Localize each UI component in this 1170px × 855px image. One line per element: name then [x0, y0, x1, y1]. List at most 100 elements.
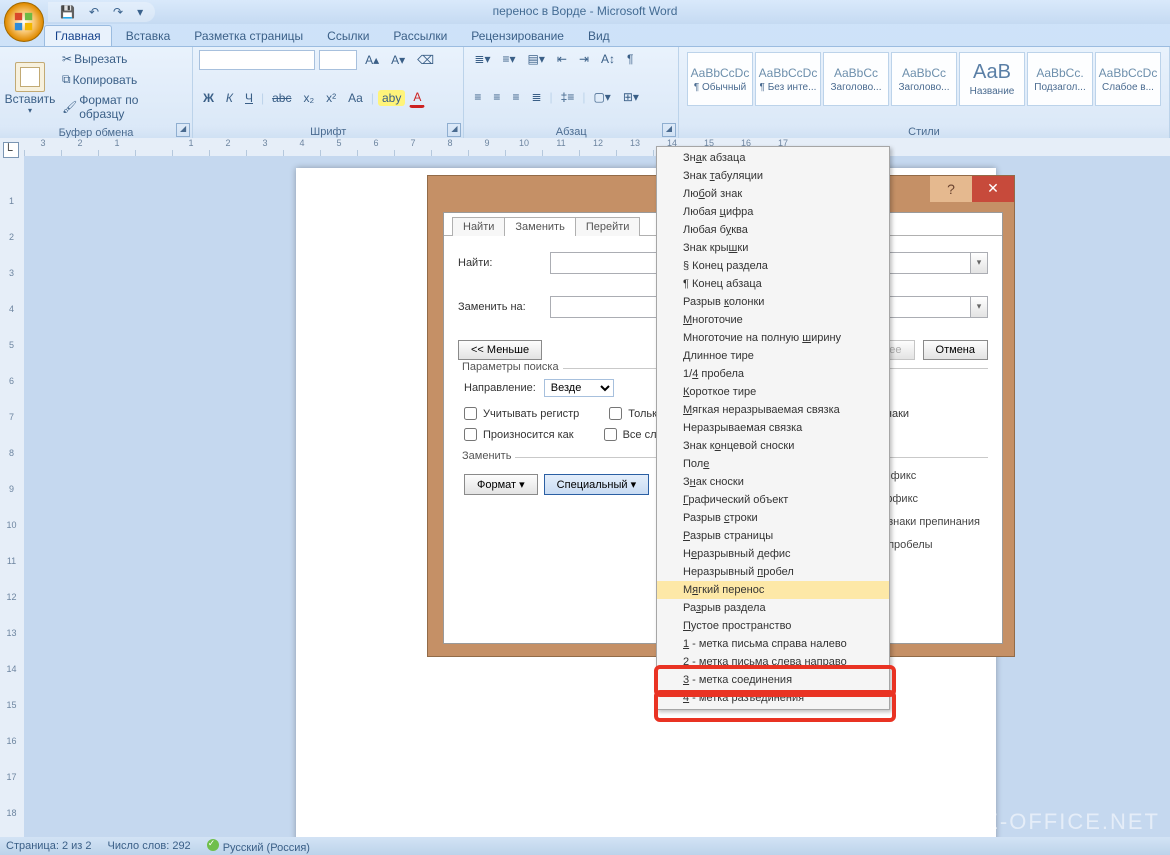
menu-item[interactable]: Разрыв раздела [657, 599, 889, 617]
menu-item[interactable]: Многоточие на полную ширину [657, 329, 889, 347]
font-name-combo[interactable] [199, 50, 315, 70]
grow-font-button[interactable]: A▴ [361, 51, 383, 69]
change-case-button[interactable]: Aa [344, 89, 367, 107]
tab-indicator[interactable]: └ [3, 142, 19, 158]
highlight-button[interactable]: aby [378, 90, 405, 106]
borders-button[interactable]: ⊞▾ [619, 88, 643, 106]
menu-item[interactable]: 3 - метка соединения [657, 671, 889, 689]
menu-item[interactable]: Пустое пространство [657, 617, 889, 635]
bold-button[interactable]: Ж [199, 89, 218, 107]
menu-item[interactable]: Поле [657, 455, 889, 473]
font-dialog-launcher[interactable]: ◢ [447, 123, 461, 137]
increase-indent-button[interactable]: ⇥ [575, 50, 593, 68]
cut-button[interactable]: ✂Вырезать [58, 50, 186, 68]
menu-item[interactable]: Любая буква [657, 221, 889, 239]
menu-item[interactable]: Знак сноски [657, 473, 889, 491]
find-dropdown-icon[interactable]: ▾ [971, 252, 988, 274]
shading-button[interactable]: ▢▾ [589, 88, 614, 106]
menu-item[interactable]: 2 - метка письма слева направо [657, 653, 889, 671]
align-center-button[interactable]: ≡ [489, 88, 504, 106]
style-item[interactable]: AaBbCcDc¶ Обычный [687, 52, 753, 106]
tab-Главная[interactable]: Главная [44, 25, 112, 46]
format-painter-button[interactable]: 🖌Формат по образцу [58, 91, 186, 123]
style-item[interactable]: AaBbCcDc¶ Без инте... [755, 52, 821, 106]
status-language[interactable]: Русский (Россия) [207, 839, 310, 854]
menu-item[interactable]: 4 - метка разъединения [657, 689, 889, 707]
clear-formatting-button[interactable]: ⌫ [413, 51, 438, 69]
menu-item[interactable]: Короткое тире [657, 383, 889, 401]
direction-select[interactable]: Везде [544, 379, 614, 397]
dialog-help-button[interactable]: ? [930, 176, 972, 202]
less-button[interactable]: << Меньше [458, 340, 542, 360]
menu-item[interactable]: Разрыв колонки [657, 293, 889, 311]
numbering-button[interactable]: ≡▾ [498, 50, 519, 68]
dialog-tab-Заменить[interactable]: Заменить [504, 217, 575, 236]
menu-item[interactable]: Знак абзаца [657, 149, 889, 167]
multilevel-button[interactable]: ▤▾ [524, 50, 549, 68]
tab-Ссылки[interactable]: Ссылки [317, 26, 379, 46]
sort-button[interactable]: A↕ [597, 50, 619, 68]
dialog-tab-Найти[interactable]: Найти [452, 217, 505, 236]
underline-button[interactable]: Ч [241, 89, 257, 107]
tab-Вставка[interactable]: Вставка [116, 26, 181, 46]
tab-Рассылки[interactable]: Рассылки [383, 26, 457, 46]
menu-item[interactable]: Неразрываемая связка [657, 419, 889, 437]
style-gallery[interactable]: AaBbCcDc¶ ОбычныйAaBbCcDc¶ Без инте...Aa… [685, 50, 1163, 108]
menu-item[interactable]: ¶ Конец абзаца [657, 275, 889, 293]
dialog-tab-Перейти[interactable]: Перейти [575, 217, 641, 236]
dialog-close-button[interactable]: ✕ [972, 176, 1014, 202]
check-Учитывать регистр[interactable]: Учитывать регистр [464, 407, 579, 420]
menu-item[interactable]: Любая цифра [657, 203, 889, 221]
menu-item[interactable]: Знак табуляции [657, 167, 889, 185]
tab-Рецензирование[interactable]: Рецензирование [461, 26, 574, 46]
replace-dropdown-icon[interactable]: ▾ [971, 296, 988, 318]
style-item[interactable]: АаВНазвание [959, 52, 1025, 106]
copy-button[interactable]: ⧉Копировать [58, 70, 186, 89]
decrease-indent-button[interactable]: ⇤ [553, 50, 571, 68]
superscript-button[interactable]: x² [322, 89, 340, 107]
paragraph-dialog-launcher[interactable]: ◢ [662, 123, 676, 137]
line-spacing-button[interactable]: ‡≡ [557, 88, 579, 106]
menu-item[interactable]: Мягкая неразрываемая связка [657, 401, 889, 419]
menu-item[interactable]: Мягкий перенос [657, 581, 889, 599]
style-item[interactable]: AaBbCcDcСлабое в... [1095, 52, 1161, 106]
menu-item[interactable]: Любой знак [657, 185, 889, 203]
status-page[interactable]: Страница: 2 из 2 [6, 840, 92, 852]
menu-item[interactable]: Неразрывный пробел [657, 563, 889, 581]
bullets-button[interactable]: ≣▾ [470, 50, 494, 68]
status-word-count[interactable]: Число слов: 292 [108, 840, 191, 852]
align-left-button[interactable]: ≡ [470, 88, 485, 106]
menu-item[interactable]: 1/4 пробела [657, 365, 889, 383]
font-size-combo[interactable] [319, 50, 357, 70]
cancel-button[interactable]: Отмена [923, 340, 988, 360]
menu-item[interactable]: Разрыв страницы [657, 527, 889, 545]
italic-button[interactable]: К [222, 89, 237, 107]
strikethrough-button[interactable]: abc [268, 89, 295, 107]
align-right-button[interactable]: ≡ [508, 88, 523, 106]
menu-item[interactable]: Графический объект [657, 491, 889, 509]
special-button[interactable]: Специальный ▾ [544, 474, 649, 495]
tab-Вид[interactable]: Вид [578, 26, 620, 46]
style-item[interactable]: AaBbCc.Подзагол... [1027, 52, 1093, 106]
check-Произносится как[interactable]: Произносится как [464, 428, 574, 441]
menu-item[interactable]: Многоточие [657, 311, 889, 329]
menu-item[interactable]: Длинное тире [657, 347, 889, 365]
tab-Разметка страницы[interactable]: Разметка страницы [184, 26, 313, 46]
paste-button[interactable]: Вставить ▾ [6, 58, 54, 115]
format-button[interactable]: Формат ▾ [464, 474, 538, 495]
menu-item[interactable]: Разрыв строки [657, 509, 889, 527]
justify-button[interactable]: ≣ [527, 88, 545, 106]
office-button[interactable] [4, 2, 44, 42]
show-marks-button[interactable]: ¶ [623, 50, 637, 68]
menu-item[interactable]: Неразрывный дефис [657, 545, 889, 563]
style-item[interactable]: AaBbCcЗаголово... [823, 52, 889, 106]
subscript-button[interactable]: x₂ [299, 89, 318, 107]
font-color-button[interactable]: A [409, 88, 425, 108]
menu-item[interactable]: § Конец раздела [657, 257, 889, 275]
menu-item[interactable]: Знак крышки [657, 239, 889, 257]
menu-item[interactable]: Знак концевой сноски [657, 437, 889, 455]
menu-item[interactable]: 1 - метка письма справа налево [657, 635, 889, 653]
style-item[interactable]: AaBbCcЗаголово... [891, 52, 957, 106]
shrink-font-button[interactable]: A▾ [387, 51, 409, 69]
clipboard-dialog-launcher[interactable]: ◢ [176, 123, 190, 137]
